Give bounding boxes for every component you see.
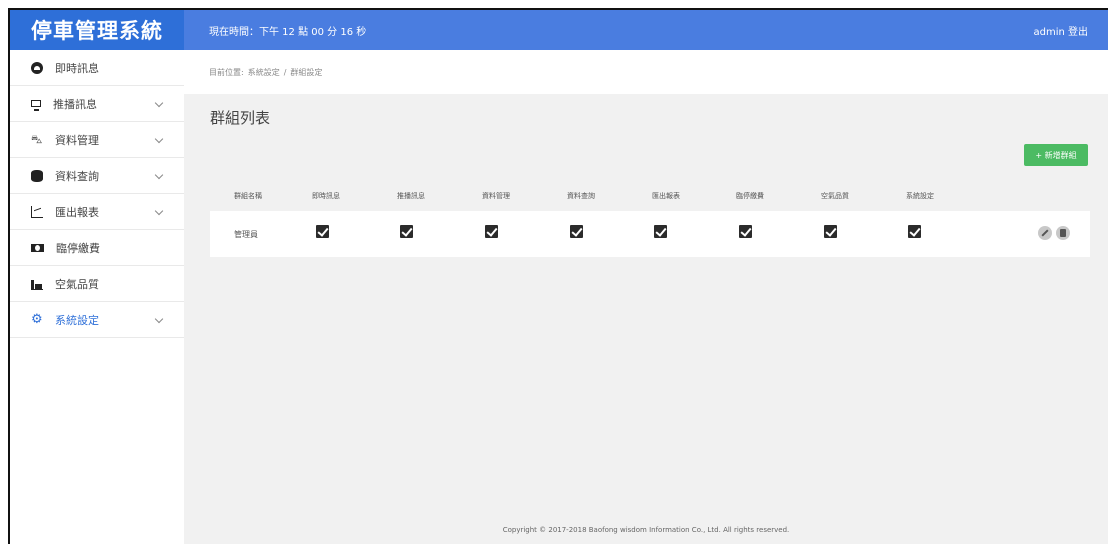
permission-checkbox[interactable] (824, 225, 837, 238)
column-header: 臨停繳費 (736, 192, 764, 200)
database-icon (31, 169, 43, 182)
sidebar-item-payment[interactable]: 臨停繳費 (10, 230, 184, 266)
column-header: 推播訊息 (397, 192, 425, 200)
sidebar-item-label: 臨停繳費 (56, 241, 100, 255)
permission-checkbox[interactable] (739, 225, 752, 238)
money-icon (31, 243, 44, 252)
permission-checkbox[interactable] (316, 225, 329, 238)
breadcrumb-level2: 群組設定 (290, 67, 323, 77)
breadcrumb-prefix: 目前位置: (209, 67, 244, 77)
breadcrumb: 目前位置: 系統設定 / 群組設定 (184, 50, 1108, 94)
column-header: 空氣品質 (821, 192, 849, 200)
sidebar-item-label: 即時訊息 (55, 61, 99, 75)
column-header: 資料查詢 (567, 192, 595, 200)
column-header: 資料管理 (482, 192, 510, 200)
logout-link[interactable]: admin 登出 (1033, 23, 1088, 38)
sidebar-item-label: 匯出報表 (55, 205, 99, 219)
page-title: 群組列表 (210, 109, 271, 127)
permission-checkbox[interactable] (570, 225, 583, 238)
column-header: 即時訊息 (312, 192, 340, 200)
sidebar: 停車管理系統 即時訊息 推播訊息 ⛍ 資料管理 資料查詢 匯出報表 臨停繳費 空… (10, 10, 185, 544)
sidebar-item-label: 資料管理 (55, 133, 99, 147)
chevron-down-icon (154, 206, 164, 216)
dashboard-icon (31, 61, 43, 74)
sidebar-item-label: 資料查詢 (55, 169, 99, 183)
bar-chart-icon (31, 278, 43, 290)
footer-copyright: Copyright © 2017-2018 Baofong wisdom Inf… (502, 526, 790, 534)
trash-icon[interactable] (1056, 226, 1070, 240)
line-chart-icon (31, 205, 43, 218)
sidebar-item-push[interactable]: 推播訊息 (10, 86, 184, 122)
sidebar-item-label: 推播訊息 (53, 97, 97, 111)
breadcrumb-level1[interactable]: 系統設定 (248, 67, 280, 78)
sidebar-nav: 即時訊息 推播訊息 ⛍ 資料管理 資料查詢 匯出報表 臨停繳費 空氣品質 ⚙ 系… (10, 50, 184, 338)
table-row: 管理員 (210, 211, 1090, 257)
gears-icon: ⚙ (31, 311, 43, 327)
add-group-button[interactable]: + 新增群組 (1024, 144, 1088, 166)
sidebar-item-data-management[interactable]: ⛍ 資料管理 (10, 122, 184, 158)
column-header: 群組名稱 (234, 192, 262, 200)
clock-text: 現在時間：下午 12 點 00 分 16 秒 (209, 26, 367, 38)
sidebar-item-label: 空氣品質 (55, 277, 99, 291)
group-name-cell: 管理員 (234, 230, 258, 239)
sidebar-item-data-query[interactable]: 資料查詢 (10, 158, 184, 194)
chevron-down-icon (154, 170, 164, 180)
car-icon: ⛍ (31, 132, 43, 146)
chevron-down-icon (154, 98, 164, 108)
permission-checkbox[interactable] (485, 225, 498, 238)
column-header: 匯出報表 (652, 192, 680, 200)
table-header: 群組名稱 即時訊息 推播訊息 資料管理 資料查詢 匯出報表 臨停繳費 空氣品質 … (210, 191, 1090, 205)
sidebar-item-realtime[interactable]: 即時訊息 (10, 50, 184, 86)
brand-title: 停車管理系統 (10, 10, 184, 50)
permission-checkbox[interactable] (400, 225, 413, 238)
breadcrumb-sep: / (283, 67, 287, 77)
sidebar-item-settings[interactable]: ⚙ 系統設定 (10, 302, 184, 338)
chevron-down-icon (154, 134, 164, 144)
monitor-icon (31, 100, 41, 111)
edit-icon[interactable] (1038, 226, 1052, 240)
chevron-down-icon (154, 314, 164, 324)
main-content: 群組列表 + 新增群組 群組名稱 即時訊息 推播訊息 資料管理 資料查詢 匯出報… (184, 94, 1108, 544)
permission-checkbox[interactable] (654, 225, 667, 238)
sidebar-item-export[interactable]: 匯出報表 (10, 194, 184, 230)
column-header: 系統設定 (906, 192, 934, 200)
top-bar: 現在時間：下午 12 點 00 分 16 秒 admin 登出 (184, 10, 1108, 50)
sidebar-item-air-quality[interactable]: 空氣品質 (10, 266, 184, 302)
sidebar-item-label: 系統設定 (55, 313, 99, 327)
permission-checkbox[interactable] (908, 225, 921, 238)
